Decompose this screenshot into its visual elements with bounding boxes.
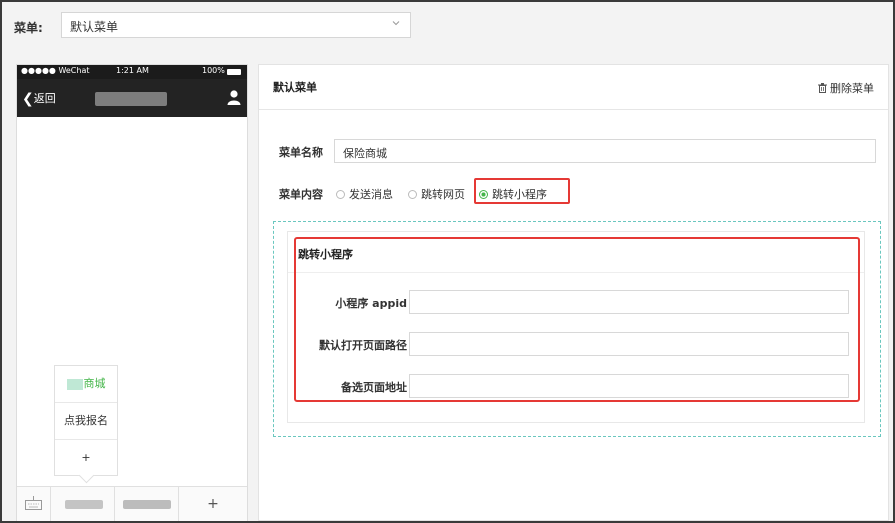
highlight-box-miniprogram [294, 237, 860, 402]
keyboard-toggle[interactable] [17, 487, 51, 521]
blurred-text [66, 378, 83, 390]
plus-icon: + [81, 451, 91, 464]
person-icon[interactable] [227, 89, 241, 105]
menu-select-bar: 菜单: 默认菜单 [2, 2, 893, 56]
phone-preview: ●●●●● WeChat 1:21 AM 100% ❮返回 商城 点我报名 + [16, 64, 248, 521]
blurred-text [123, 500, 171, 509]
menu-name-label: 菜单名称 [279, 146, 323, 159]
submenu-item-mall[interactable]: 商城 [55, 366, 117, 403]
radio-icon [336, 190, 345, 199]
menu-tab-1[interactable] [51, 487, 115, 521]
submenu-item-signup[interactable]: 点我报名 [55, 403, 117, 440]
blurred-text [65, 500, 103, 509]
menu-tab-2[interactable] [115, 487, 179, 521]
radio-jump-webpage[interactable]: 跳转网页 [408, 186, 465, 202]
radio-icon [408, 190, 417, 199]
menu-select-label: 菜单: [14, 21, 43, 35]
phone-menu-bar: + [17, 486, 247, 521]
menu-add-tab-button[interactable]: + [179, 487, 247, 521]
back-button[interactable]: ❮返回 [22, 90, 56, 107]
submenu-item-label: 商城 [83, 377, 106, 390]
trash-icon [818, 83, 827, 93]
radio-label: 跳转网页 [421, 188, 465, 201]
menu-select-value: 默认菜单 [70, 20, 119, 34]
menu-content-label: 菜单内容 [279, 188, 323, 201]
menu-name-value: 保险商城 [343, 147, 387, 160]
radio-send-message[interactable]: 发送消息 [336, 186, 393, 202]
phone-status-bar: ●●●●● WeChat 1:21 AM 100% [17, 65, 247, 79]
status-battery-text: 100% [202, 66, 225, 75]
menu-name-input[interactable]: 保险商城 [334, 139, 876, 163]
delete-menu-button[interactable]: 删除菜单 [818, 80, 874, 96]
menu-editor: 菜单: 默认菜单 ●●●●● WeChat 1:21 AM 100% ❮返回 商… [2, 2, 893, 521]
panel-header: 默认菜单 删除菜单 [259, 65, 888, 110]
blurred-account-name [95, 92, 167, 106]
menu-select[interactable]: 默认菜单 [61, 12, 411, 38]
plus-icon: + [207, 496, 219, 512]
chevron-down-icon [392, 21, 400, 26]
chevron-left-icon: ❮ [22, 91, 34, 107]
submenu-popup: 商城 点我报名 + [54, 365, 118, 484]
back-label: 返回 [33, 92, 56, 105]
submenu-item-label: 点我报名 [64, 414, 108, 427]
highlight-box-radio [474, 178, 570, 204]
status-carrier: ●●●●● WeChat [21, 66, 90, 75]
keyboard-icon [25, 496, 42, 510]
battery-icon [227, 69, 241, 75]
menu-settings-panel: 默认菜单 删除菜单 菜单名称 保险商城 菜单内容 发送消息 跳转网页 跳转小程序… [258, 64, 889, 521]
delete-menu-label: 删除菜单 [830, 82, 874, 95]
panel-title: 默认菜单 [273, 81, 317, 94]
phone-nav-bar: ❮返回 [17, 79, 247, 117]
radio-label: 发送消息 [349, 188, 393, 201]
status-time: 1:21 AM [116, 66, 149, 75]
